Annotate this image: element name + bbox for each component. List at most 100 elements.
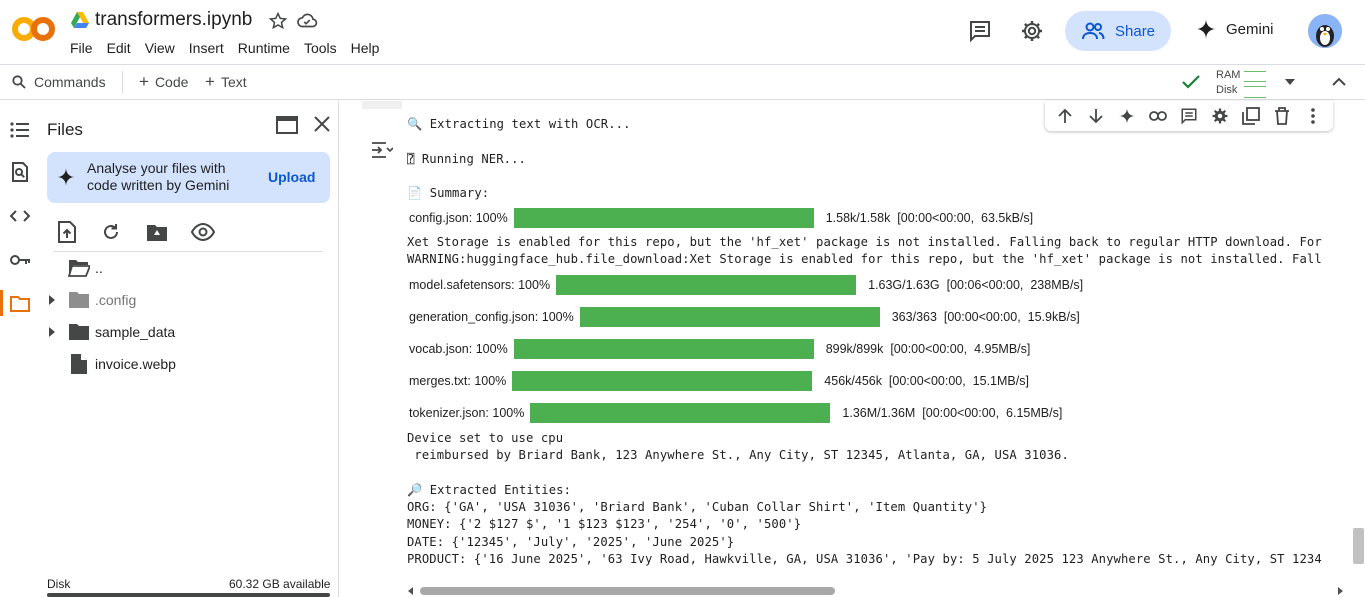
disk-meter xyxy=(1244,86,1266,87)
gemini-sparkle-icon xyxy=(57,168,75,186)
menu-insert[interactable]: Insert xyxy=(189,40,224,56)
file-icon xyxy=(71,354,87,374)
show-hidden-eye-icon[interactable] xyxy=(191,221,215,243)
share-label: Share xyxy=(1115,22,1156,40)
progress-pct: 100% xyxy=(475,211,508,225)
delete-icon[interactable] xyxy=(1270,104,1294,128)
user-avatar[interactable] xyxy=(1308,14,1342,48)
table-of-contents-icon[interactable] xyxy=(9,119,31,141)
notebook-title[interactable]: transformers.ipynb xyxy=(95,9,252,31)
progress-bar xyxy=(513,208,814,228)
tree-item-invoice[interactable]: invoice.webp xyxy=(40,349,330,379)
progress-bar xyxy=(579,307,880,327)
cloud-saved-icon[interactable] xyxy=(296,11,318,31)
progress-row: tokenizer.json: 100% 1.36M/1.36M [00:00<… xyxy=(409,403,1062,423)
commands-label: Commands xyxy=(34,74,106,90)
progress-pct: 100% xyxy=(518,278,551,292)
folder-icon xyxy=(68,323,90,341)
files-folder-icon[interactable] xyxy=(9,293,31,315)
move-down-icon[interactable] xyxy=(1084,104,1108,128)
refresh-icon[interactable] xyxy=(101,221,121,243)
progress-pct: 100% xyxy=(475,342,508,356)
gemini-files-card: Analyse your files with code written by … xyxy=(47,152,330,203)
resource-monitor[interactable]: RAM Disk xyxy=(1216,68,1266,98)
mount-drive-icon[interactable] xyxy=(146,221,168,243)
upload-link[interactable]: Upload xyxy=(268,169,315,185)
star-icon[interactable] xyxy=(268,11,288,31)
progress-stats: 363/363 [00:00<00:00, 15.9kB/s] xyxy=(891,310,1080,324)
gemini-sparkle-icon xyxy=(1196,19,1216,39)
output-line-device: Device set to use cpu xyxy=(407,431,564,445)
menu-tools[interactable]: Tools xyxy=(304,40,337,56)
expand-caret-icon[interactable] xyxy=(48,327,56,337)
expand-caret-icon[interactable] xyxy=(48,295,56,305)
settings-gear-icon[interactable] xyxy=(1020,19,1044,43)
upload-file-icon[interactable] xyxy=(57,221,77,243)
output-line-xet: Xet Storage is enabled for this repo, bu… xyxy=(407,235,1322,249)
progress-name: config.json: xyxy=(409,211,473,225)
divider xyxy=(54,251,322,252)
tree-item-parent[interactable]: .. xyxy=(40,253,330,283)
add-code-button[interactable]: + Code xyxy=(139,73,189,90)
add-text-button[interactable]: + Text xyxy=(205,73,247,90)
progress-stats: 1.63G/1.63G [00:06<00:00, 238MB/s] xyxy=(868,278,1084,292)
menu-view[interactable]: View xyxy=(145,40,175,56)
colab-logo[interactable] xyxy=(12,14,56,44)
vertical-scrollbar[interactable] xyxy=(1350,101,1365,585)
toolbar-divider xyxy=(122,71,123,93)
tree-item-label: sample_data xyxy=(95,324,176,340)
commands-button[interactable]: Commands xyxy=(12,74,106,90)
menu-edit[interactable]: Edit xyxy=(107,40,131,56)
add-code-label: Code xyxy=(154,74,189,90)
output-line-warning: WARNING:huggingface_hub.file_download:Xe… xyxy=(407,252,1322,266)
notebook-toolbar: Commands + Code + Text RAM Disk xyxy=(0,64,1365,100)
folder-open-icon xyxy=(68,259,90,277)
disk-label: Disk xyxy=(47,577,71,591)
share-button[interactable]: Share xyxy=(1065,11,1171,51)
move-up-icon[interactable] xyxy=(1053,104,1077,128)
gemini-sparkle-icon[interactable] xyxy=(1115,104,1139,128)
vertical-scrollbar-thumb[interactable] xyxy=(1353,528,1364,564)
progress-pct: 100% xyxy=(492,406,525,420)
ram-label: RAM xyxy=(1216,69,1241,81)
menu-file[interactable]: File xyxy=(70,40,93,56)
secrets-key-icon[interactable] xyxy=(9,249,31,271)
scroll-left-arrow-icon[interactable] xyxy=(407,587,415,595)
output-actions-icon[interactable] xyxy=(371,140,393,160)
mirror-cell-icon[interactable] xyxy=(1239,104,1263,128)
connected-check-icon[interactable] xyxy=(1181,74,1201,90)
code-snippets-icon[interactable] xyxy=(9,205,31,227)
open-in-tab-icon[interactable] xyxy=(276,116,298,134)
output-line-money: MONEY: {'2 $127 $', '1 $123 $123', '254'… xyxy=(407,517,802,531)
runtime-dropdown-icon[interactable] xyxy=(1284,78,1296,86)
drive-icon[interactable] xyxy=(70,11,90,29)
search-icon xyxy=(12,75,26,89)
collapse-header-icon[interactable] xyxy=(1331,75,1347,87)
tree-item-sample-data[interactable]: sample_data xyxy=(40,317,330,347)
ram-meter xyxy=(1244,71,1266,72)
horizontal-scrollbar-thumb[interactable] xyxy=(420,587,835,595)
tree-item-config[interactable]: .config xyxy=(40,285,330,315)
output-line-ocr: 🔍 Extracting text with OCR... xyxy=(407,117,631,131)
scroll-right-arrow-icon[interactable] xyxy=(1336,587,1344,595)
cell-settings-gear-icon[interactable] xyxy=(1208,104,1232,128)
gemini-button[interactable]: Gemini xyxy=(1196,19,1274,39)
app-header: transformers.ipynb File Edit View Insert… xyxy=(0,0,1365,64)
menu-runtime[interactable]: Runtime xyxy=(238,40,290,56)
progress-row: generation_config.json: 100% 363/363 [00… xyxy=(409,307,1080,327)
more-options-icon[interactable] xyxy=(1301,104,1325,128)
add-text-label: Text xyxy=(220,74,247,90)
progress-bar xyxy=(530,403,831,423)
find-replace-icon[interactable] xyxy=(9,161,31,183)
close-icon[interactable] xyxy=(313,115,331,133)
comments-icon[interactable] xyxy=(968,19,992,43)
output-line-ner: ⍰ Running NER... xyxy=(407,152,526,166)
comment-icon[interactable] xyxy=(1177,104,1201,128)
output-line-reimbursed: reimbursed by Briard Bank, 123 Anywhere … xyxy=(407,448,1069,462)
menu-help[interactable]: Help xyxy=(351,40,380,56)
tree-item-label: .. xyxy=(95,260,103,276)
progress-name: generation_config.json: xyxy=(409,310,539,324)
tree-item-label: .config xyxy=(95,292,137,308)
progress-stats: 1.36M/1.36M [00:00<00:00, 6.15MB/s] xyxy=(842,406,1063,420)
link-icon[interactable] xyxy=(1146,104,1170,128)
